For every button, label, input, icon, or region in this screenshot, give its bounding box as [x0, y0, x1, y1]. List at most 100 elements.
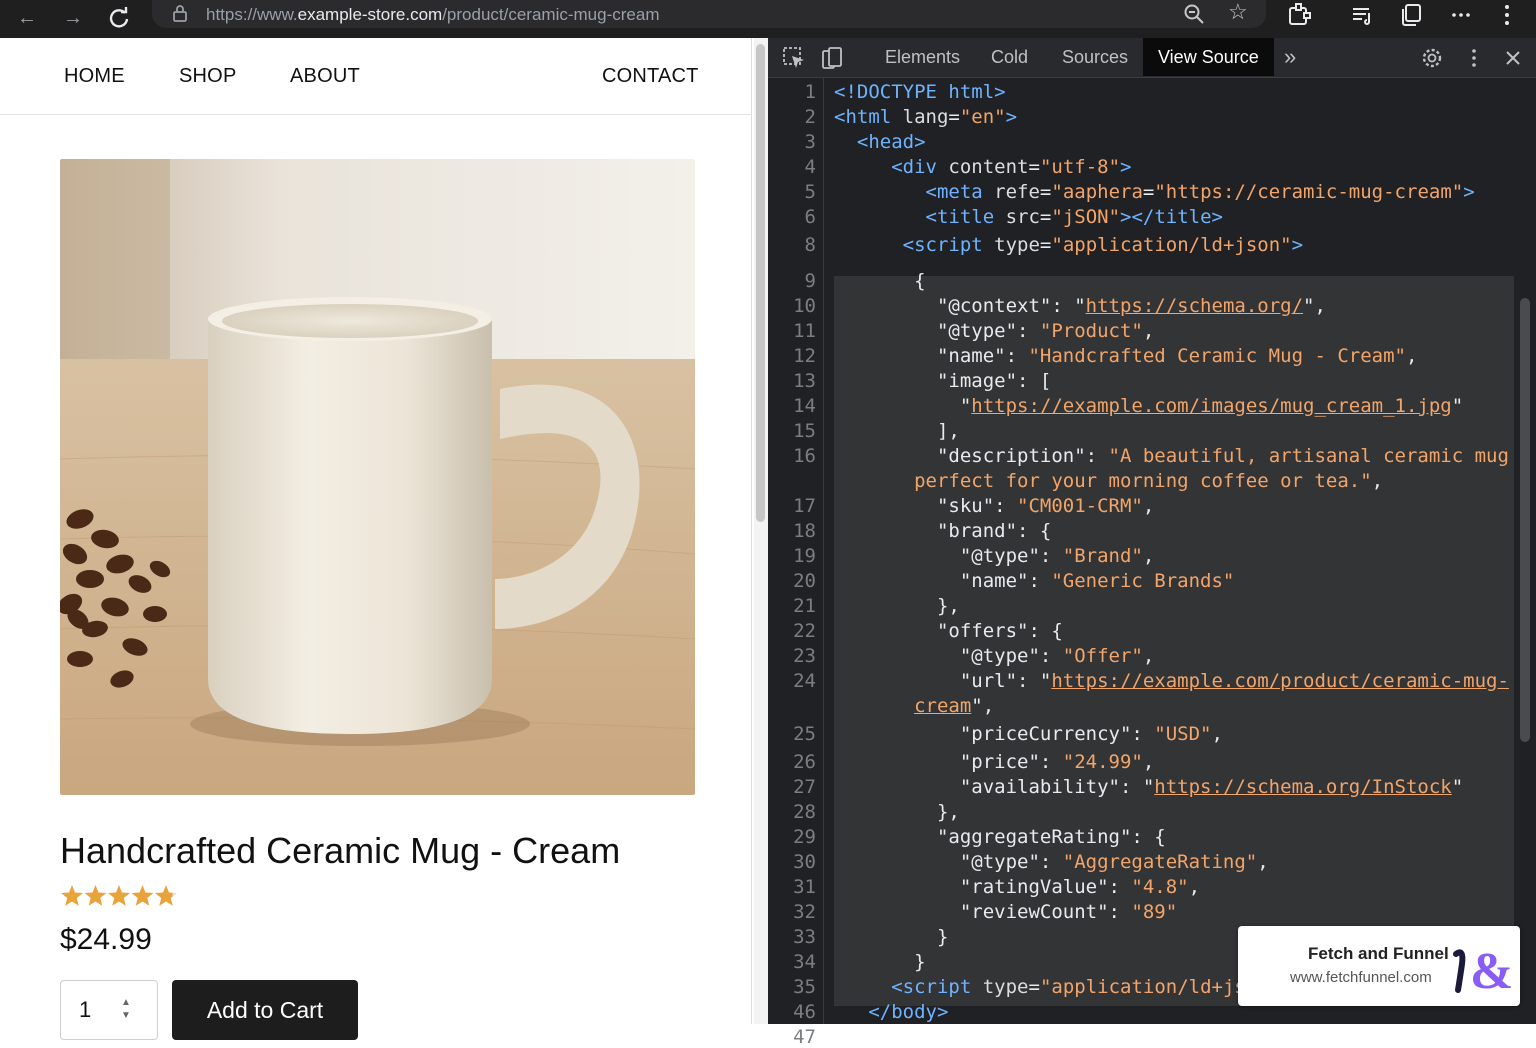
code-link[interactable]: https://example.com/images/mug_cream_1.j… [971, 395, 1451, 417]
settings-gear-icon[interactable] [1420, 46, 1444, 70]
inspect-element-icon[interactable] [782, 46, 806, 70]
nav-about-link[interactable]: ABOUT [290, 65, 360, 88]
line-number: 5 [804, 181, 816, 203]
code-token: "AggregateRating" [1062, 851, 1258, 873]
code-token: "Brand" [1062, 545, 1143, 567]
line-number: 25 [793, 723, 816, 745]
code-token: " [1451, 776, 1464, 798]
line-number: 24 [793, 670, 816, 692]
code-line: <html lang="en"> [834, 106, 1017, 128]
code-token: }, [834, 801, 960, 823]
line-number: 10 [793, 295, 816, 317]
code-link[interactable]: https://schema.org/ [1086, 295, 1303, 317]
code-token: ], [834, 420, 960, 442]
code-token: "jSON" [1051, 206, 1121, 228]
product-page: HOME SHOP ABOUT CONTACT Handcrafted Cera… [0, 38, 752, 1040]
line-number: 28 [793, 801, 816, 823]
code-link[interactable]: https://example.com/product/ceramic-mug- [1051, 670, 1509, 692]
code-token: "name": [834, 570, 1052, 592]
extensions-icon[interactable] [1286, 2, 1312, 28]
tab-view-source[interactable]: View Source [1143, 38, 1274, 76]
close-icon[interactable] [1501, 46, 1525, 70]
code-line: "@type": "Product", [834, 320, 1154, 342]
devtools-scrollbar-thumb[interactable] [1520, 298, 1530, 742]
rating-star [108, 885, 130, 906]
stepper-arrows-icon[interactable]: ▲ ▼ [121, 996, 131, 1022]
code-token: , [1142, 545, 1155, 567]
code-line: <head> [834, 131, 926, 153]
rating-stars [60, 883, 180, 909]
line-number: 18 [793, 520, 816, 542]
tab-elements[interactable]: Elements [870, 38, 975, 76]
line-number: 22 [793, 620, 816, 642]
code-line: } [834, 926, 948, 948]
more-horizontal-icon[interactable] [1448, 2, 1474, 28]
bookmark-star-icon[interactable]: ☆ [1228, 0, 1248, 24]
code-line: "name": "Generic Brands" [834, 570, 1235, 592]
forward-arrow-icon[interactable]: → [58, 3, 88, 33]
code-line: "@context": "https://schema.org/", [834, 295, 1326, 317]
code-line: ], [834, 420, 960, 442]
page-scrollbar[interactable] [754, 38, 768, 1024]
code-token: <div [891, 156, 949, 178]
back-arrow-icon[interactable]: ← [12, 3, 42, 33]
zoom-icon[interactable] [1182, 2, 1206, 31]
collections-icon[interactable] [1398, 2, 1424, 28]
code-token: content [948, 156, 1029, 178]
code-token: = [948, 106, 960, 128]
more-vertical-icon[interactable] [1494, 2, 1520, 28]
code-token: "price": [834, 751, 1063, 773]
code-token: type [994, 234, 1040, 256]
code-token: "A beautiful, artisanal ceramic mug [1108, 445, 1509, 467]
code-link[interactable]: https://schema.org/InStock [1154, 776, 1451, 798]
add-to-cart-button[interactable]: Add to Cart [172, 980, 358, 1040]
product-image[interactable] [60, 159, 695, 795]
reload-icon[interactable] [104, 3, 134, 33]
code-token: , [1257, 851, 1269, 873]
code-token: type [982, 976, 1029, 998]
code-token: <script [891, 976, 983, 998]
quantity-stepper[interactable]: 1 ▲ ▼ [60, 980, 158, 1040]
nav-shop-link[interactable]: SHOP [179, 65, 236, 88]
code-token: = [1039, 234, 1052, 256]
code-token: "application/ld+json" [1051, 234, 1292, 256]
code-token: "CM001-CRM" [1017, 495, 1143, 517]
line-number: 47 [793, 1026, 816, 1048]
code-token: , [1142, 645, 1155, 667]
page-scrollbar-thumb[interactable] [756, 44, 765, 522]
code-token: "Handcrafted Ceramic Mug - Cream" [1028, 345, 1406, 367]
code-token: = [1142, 181, 1155, 203]
tab-sources[interactable]: Sources [1047, 38, 1143, 76]
code-line: "sku": "CM001-CRM", [834, 495, 1154, 517]
browser-toolbar: ← → https://www.example-store.com/produc… [0, 0, 1536, 38]
line-number: 9 [804, 270, 816, 292]
more-tabs-icon[interactable]: » [1272, 38, 1308, 76]
line-number: 46 [793, 1001, 816, 1023]
code-token: "@type": [834, 320, 1040, 342]
code-token: } [834, 926, 949, 948]
code-line: "@type": "Brand", [834, 545, 1154, 567]
line-number: 3 [804, 131, 816, 153]
code-token: <html [834, 106, 903, 128]
code-token: "image": [ [834, 370, 1052, 392]
code-link[interactable]: cream [914, 695, 971, 717]
line-number: 32 [793, 901, 816, 923]
code-token: "name": [834, 345, 1029, 367]
code-line: "name": "Handcrafted Ceramic Mug - Cream… [834, 345, 1417, 367]
source-code-view[interactable]: <!DOCTYPE html> <html lang="en"> <head> <… [824, 78, 1536, 1024]
code-line: <div content="utf-8"> [834, 156, 1131, 178]
reading-list-icon[interactable] [1350, 2, 1376, 28]
code-line: "description": "A beautiful, artisanal c… [834, 445, 1509, 467]
code-token: = [1028, 976, 1040, 998]
nav-contact-link[interactable]: CONTACT [602, 65, 699, 88]
device-toolbar-icon[interactable] [820, 46, 844, 70]
code-line: "brand": { [834, 520, 1051, 542]
line-number: 21 [793, 595, 816, 617]
nav-home-link[interactable]: HOME [64, 65, 125, 88]
code-token: = [1039, 181, 1052, 203]
devtools-menu-icon[interactable] [1462, 46, 1486, 70]
address-bar[interactable]: https://www.example-store.com/product/ce… [152, 0, 1266, 28]
tab-cold[interactable]: Cold [976, 38, 1043, 76]
